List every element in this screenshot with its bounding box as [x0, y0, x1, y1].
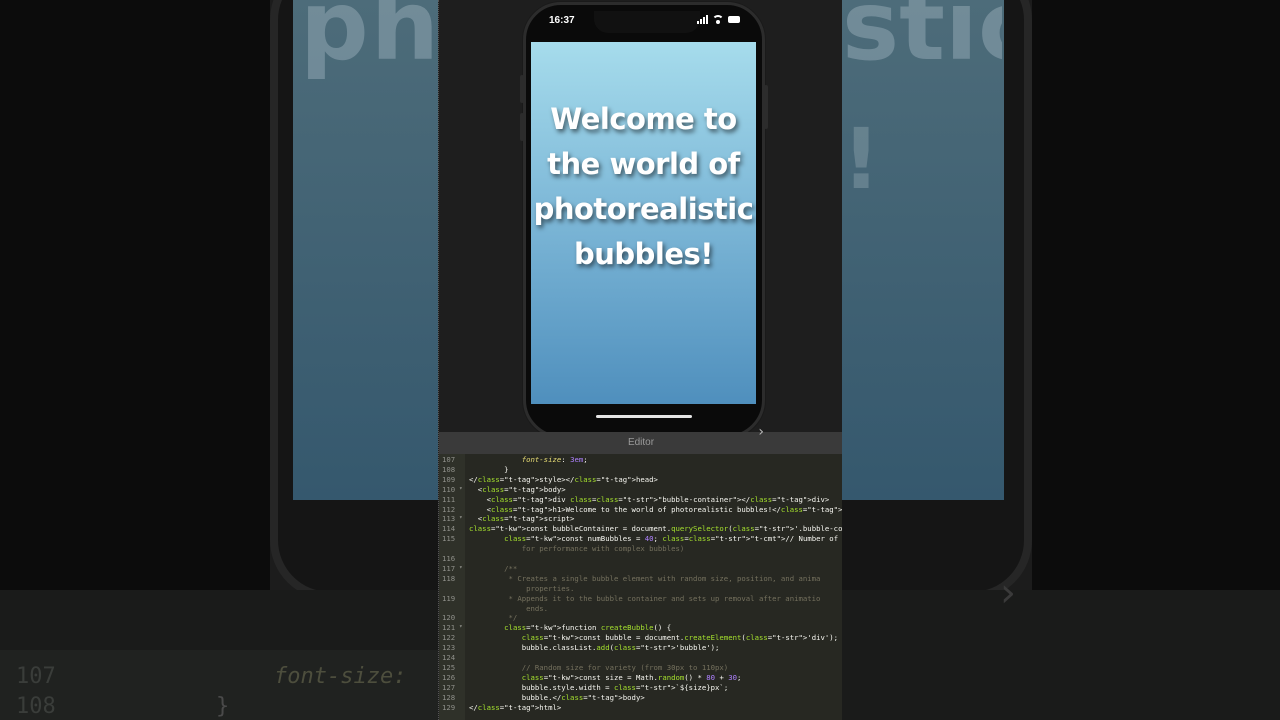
code-text: bubble.classList.add(class="t-str">'bubb… [469, 643, 720, 653]
line-number: 116 [442, 554, 456, 563]
status-time: 16:37 [549, 15, 575, 26]
code-text: bubble.style.width = class="t-str">`${si… [469, 682, 729, 692]
line-number: 128 [442, 692, 456, 702]
heading-line: Welcome to [550, 102, 737, 136]
bg-line-number: 107 [16, 664, 56, 689]
line-number: 126 [442, 672, 456, 682]
code-editor[interactable]: 107 font-size: 3em; 108 } 109 </class="t-ta… [439, 454, 842, 720]
code-text: <class="t-tag">h1>Welcome to the world o… [469, 504, 842, 514]
line-number: 119 [442, 593, 456, 603]
line-number: 120 [442, 613, 456, 623]
code-text: <class="t-tag">body> [469, 484, 566, 494]
line-number: 115 [442, 534, 456, 544]
fold-arrow-icon[interactable]: ▾ [459, 623, 463, 630]
collapse-chevron-icon[interactable]: › [758, 424, 764, 440]
code-text: class="t-kw">const bubble = document.cre… [521, 633, 839, 643]
code-text: ends. [469, 603, 549, 613]
line-number: 108 [442, 464, 456, 474]
line-number: 125 [442, 662, 456, 672]
preview-pane: 16:37 Welcome to the world of photoreali… [439, 0, 842, 438]
fold-arrow-icon[interactable]: ▾ [459, 485, 463, 492]
signal-icon [697, 15, 708, 24]
line-number: 109 [442, 474, 456, 484]
code-text: class="t-kw">const bubbleContainer = doc… [469, 524, 842, 534]
bg-line-number: 108 [16, 694, 56, 719]
battery-icon [728, 16, 740, 23]
wifi-icon [712, 15, 724, 24]
status-icons [697, 15, 740, 24]
line-number: 118 [442, 573, 456, 583]
bg-blurred-exclamation: ! [842, 110, 881, 208]
code-text: class="t-kw">const size = Math.random() … [521, 672, 742, 682]
phone-side-button [520, 113, 524, 141]
line-number: 122 [442, 633, 456, 643]
code-text: </class="t-tag">html> [469, 702, 562, 712]
code-text: for performance with complex bubbles) [469, 544, 685, 554]
phone-mockup: 16:37 Welcome to the world of photoreali… [520, 2, 768, 438]
video-frame: 16:37 Welcome to the world of photoreali… [438, 0, 842, 720]
phone-notch [594, 11, 700, 33]
code-text: */ [469, 613, 518, 623]
code-text: class="t-kw">const numBubbles = 40; clas… [504, 534, 839, 544]
code-text: bubble.</class="t-tag">body> [469, 692, 645, 702]
bg-blurred-heading-right: stic [842, 0, 1002, 82]
code-text: properties. [469, 583, 575, 593]
fold-arrow-icon[interactable]: ▾ [459, 564, 463, 571]
preview-heading: Welcome to the world of photorealistic b… [534, 97, 754, 277]
line-number: 123 [442, 643, 456, 653]
line-number: 107 [442, 455, 456, 464]
phone-screen: Welcome to the world of photorealistic b… [531, 42, 756, 404]
code-text: <class="t-tag">div class=class="t-str">"… [469, 494, 830, 504]
bg-blurred-heading-left: ph [300, 0, 440, 82]
code-text: class="t-kw">function createBubble() { [504, 623, 672, 633]
fold-arrow-icon[interactable]: ▾ [459, 514, 463, 521]
bg-code-keyword: font-size: [274, 664, 407, 689]
heading-line: bubbles! [573, 237, 714, 271]
bg-blurred-code: 107 108 font-size: } [16, 662, 406, 720]
bg-chevron-icon: › [1000, 570, 1016, 616]
heading-line: photorealistic [533, 192, 754, 226]
code-text: </class="t-tag">style></class="t-tag">he… [469, 474, 658, 484]
code-text: // Random size for variety (from 30px to… [469, 662, 729, 672]
code-text: font-size: 3em; [521, 455, 588, 464]
editor-tab[interactable]: Editor [439, 432, 842, 454]
code-text: * Creates a single bubble element with r… [469, 573, 821, 583]
line-number: 127 [442, 682, 456, 692]
code-text: /** [469, 563, 518, 573]
phone-side-button [520, 75, 524, 103]
code-text: <class="t-tag">script> [469, 514, 575, 524]
bg-code-brace: } [216, 694, 230, 719]
line-number: 114 [442, 524, 456, 534]
line-number: 129 [442, 702, 456, 712]
code-text: } [469, 464, 509, 474]
home-indicator [596, 415, 692, 418]
line-number: 111 [442, 494, 456, 504]
code-text: * Appends it to the bubble container and… [469, 593, 821, 603]
line-number: 112 [442, 504, 456, 514]
heading-line: the world of [547, 147, 740, 181]
line-number: 124 [442, 653, 456, 662]
phone-side-button [764, 85, 768, 129]
